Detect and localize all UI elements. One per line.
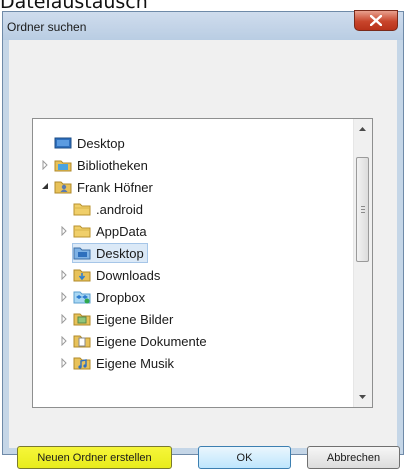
expand-arrow-icon[interactable] <box>60 270 68 280</box>
folder-icon <box>73 201 91 217</box>
scroll-up-button[interactable] <box>354 121 371 138</box>
downloads-folder-icon <box>73 267 91 283</box>
tree-item-appdata[interactable]: AppData <box>60 220 151 242</box>
vertical-scrollbar[interactable] <box>353 119 372 407</box>
tree-item-label: Eigene Musik <box>96 355 175 371</box>
music-folder-icon <box>73 355 91 371</box>
scrollbar-thumb[interactable] <box>356 157 369 262</box>
tree-item-downloads[interactable]: Downloads <box>60 264 164 286</box>
scroll-up-arrow-icon <box>359 127 366 131</box>
tree-item-bibliotheken[interactable]: Bibliotheken <box>41 154 152 176</box>
expand-arrow-icon[interactable] <box>60 314 68 324</box>
folder-browse-dialog: Ordner suchen Desktop Bibliotheken Frank… <box>2 10 404 469</box>
folder-tree[interactable]: Desktop Bibliotheken Frank Höfner .andro… <box>32 118 373 408</box>
tree-item-label: Desktop <box>77 135 125 151</box>
libraries-icon <box>54 157 72 173</box>
scroll-down-button[interactable] <box>354 388 371 405</box>
ok-button[interactable]: OK <box>198 446 291 469</box>
desktop-icon <box>54 135 72 151</box>
tree-item-label: .android <box>96 201 143 217</box>
tree-item-label: AppData <box>96 223 147 239</box>
dialog-client-area: Desktop Bibliotheken Frank Höfner .andro… <box>9 40 400 469</box>
collapse-arrow-icon[interactable] <box>41 182 49 192</box>
tree-item-eigene-musik[interactable]: Eigene Musik <box>60 352 178 374</box>
expand-arrow-icon[interactable] <box>60 358 68 368</box>
tree-item-label: Bibliotheken <box>77 157 148 173</box>
close-icon <box>370 15 382 26</box>
tree-item-frank-hoefner[interactable]: Frank Höfner <box>41 176 157 198</box>
tree-item-label: Eigene Bilder <box>96 311 174 327</box>
grip-icon <box>361 206 365 214</box>
pictures-folder-icon <box>73 311 91 327</box>
desktop-folder-icon <box>73 245 91 261</box>
tree-item-label: Desktop <box>96 245 144 261</box>
dialog-title: Ordner suchen <box>7 20 87 34</box>
tree-item-label: Eigene Dokumente <box>96 333 207 349</box>
dropbox-icon <box>73 289 91 305</box>
expand-arrow-icon[interactable] <box>60 336 68 346</box>
expand-arrow-icon[interactable] <box>60 226 68 236</box>
cancel-button[interactable]: Abbrechen <box>307 446 400 469</box>
tree-item-desktop-root[interactable]: Desktop <box>41 132 129 154</box>
title-bar: Ordner suchen <box>3 10 403 40</box>
tree-item-eigene-bilder[interactable]: Eigene Bilder <box>60 308 177 330</box>
scroll-down-arrow-icon <box>359 395 366 399</box>
close-button[interactable] <box>354 10 398 31</box>
folder-icon <box>73 223 91 239</box>
expand-arrow-icon[interactable] <box>41 160 49 170</box>
user-folder-icon <box>54 179 72 195</box>
tree-item-android[interactable]: .android <box>60 198 147 220</box>
tree-item-label: Dropbox <box>96 289 146 305</box>
tree-item-label: Frank Höfner <box>77 179 153 195</box>
tree-item-eigene-dokumente[interactable]: Eigene Dokumente <box>60 330 211 352</box>
new-folder-button[interactable]: Neuen Ordner erstellen <box>17 446 172 469</box>
page-heading: Dateiaustausch <box>0 0 148 11</box>
tree-item-desktop-selected[interactable]: Desktop <box>60 242 148 264</box>
tree-item-label: Downloads <box>96 267 161 283</box>
documents-folder-icon <box>73 333 91 349</box>
tree-item-dropbox[interactable]: Dropbox <box>60 286 149 308</box>
expand-arrow-icon[interactable] <box>60 292 68 302</box>
